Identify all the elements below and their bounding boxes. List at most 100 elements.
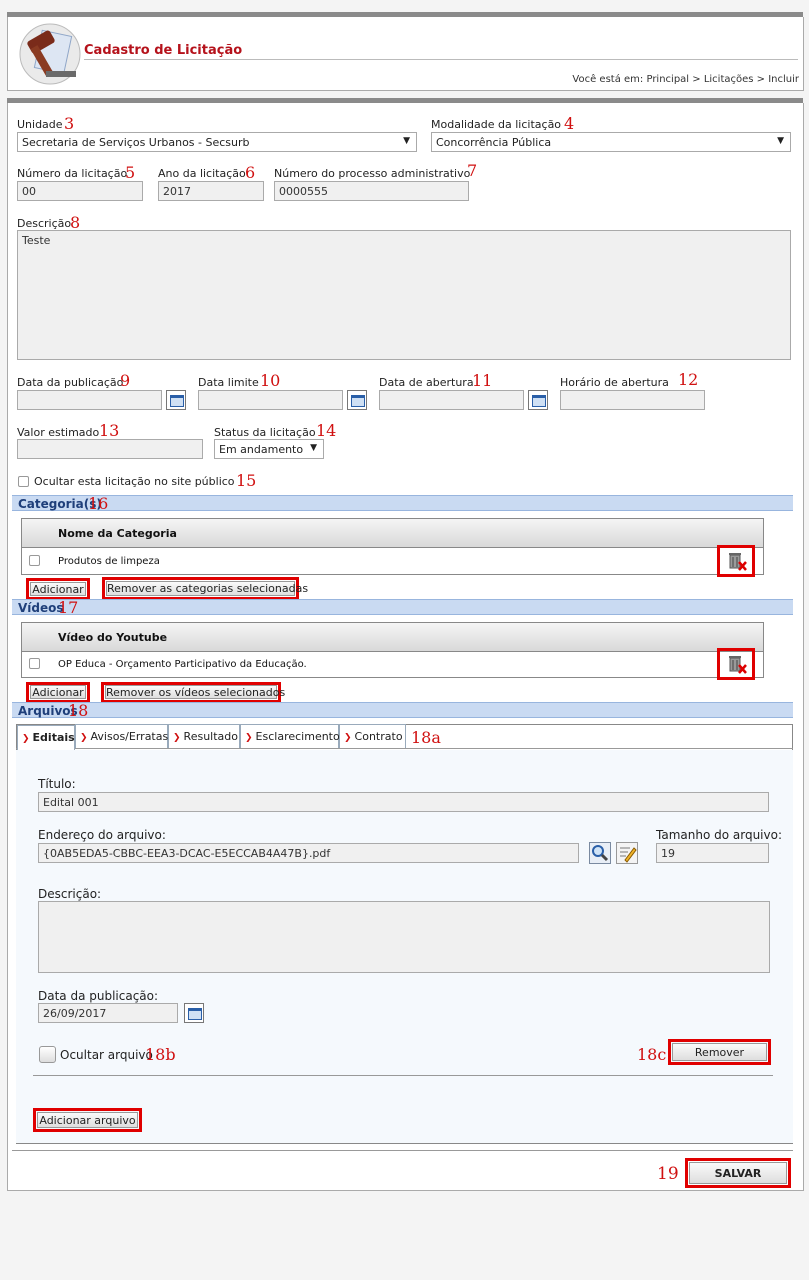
annotation-14: 14	[316, 421, 337, 440]
modalidade-select[interactable]: Concorrência Pública ▼	[431, 132, 791, 152]
video-remove-button[interactable]: Remover os vídeos selecionados	[105, 685, 285, 699]
video-add-button[interactable]: Adicionar	[30, 685, 86, 699]
magnifier-icon[interactable]	[589, 842, 611, 864]
annotation-4: 4	[564, 114, 575, 133]
remover-arquivo-button[interactable]: Remover	[672, 1043, 767, 1061]
arquivo-descricao-label: Descrição:	[38, 887, 102, 901]
tab-esclarecimento-label: Esclarecimento	[255, 730, 340, 743]
arquivo-divider	[33, 1075, 773, 1076]
tab-editais-label: Editais	[32, 731, 75, 744]
status-select[interactable]: Em andamento ▼	[214, 439, 324, 459]
calendar-icon[interactable]	[347, 390, 367, 410]
processo-label: Número do processo administrativo	[274, 167, 471, 180]
tabs-baseline	[16, 748, 793, 749]
calendar-icon[interactable]	[166, 390, 186, 410]
chevron-down-icon: ❯	[173, 733, 181, 743]
descricao-label: Descrição	[17, 217, 72, 230]
videos-section-header: Vídeos	[12, 599, 793, 615]
categoria-remove-button[interactable]: Remover as categorias selecionadas	[106, 581, 308, 596]
categoria-row-checkbox[interactable]	[29, 555, 40, 566]
annotation-18: 18	[68, 701, 89, 720]
data-abertura-input[interactable]	[379, 390, 524, 410]
video-row-name: OP Educa - Orçamento Participativo da Ed…	[58, 659, 307, 670]
ano-input[interactable]: 2017	[158, 181, 264, 201]
status-value: Em andamento	[219, 443, 304, 456]
arquivo-descricao-textarea[interactable]	[38, 901, 770, 973]
annotation-8: 8	[70, 213, 81, 232]
titulo-label: Título:	[38, 777, 76, 791]
page-title: Cadastro de Licitação	[84, 43, 243, 58]
adicionar-arquivo-button[interactable]: Adicionar arquivo	[37, 1112, 138, 1128]
annotation-19: 19	[657, 1164, 679, 1184]
categorias-table: Nome da Categoria Produtos de limpeza	[21, 518, 764, 575]
unidade-value: Secretaria de Serviços Urbanos - Secsurb	[22, 136, 250, 149]
ocultar-licitacao-checkbox[interactable]	[18, 476, 29, 487]
arquivo-data-label: Data da publicação:	[38, 989, 159, 1003]
categoria-column-header: Nome da Categoria	[58, 527, 177, 540]
modalidade-label: Modalidade da licitação	[431, 118, 562, 131]
titulo-input[interactable]: Edital 001	[38, 792, 769, 812]
valor-estimado-input[interactable]	[17, 439, 203, 459]
trash-delete-icon[interactable]	[727, 654, 747, 674]
categorias-section-header: Categoria(s)	[12, 495, 793, 511]
annotation-16: 16	[88, 494, 109, 513]
annotation-18b: 18b	[145, 1045, 176, 1064]
tab-resultado[interactable]: ❯ Resultado	[168, 724, 240, 748]
chevron-down-icon: ▼	[310, 443, 317, 453]
chevron-down-icon: ❯	[245, 733, 253, 743]
data-publicacao-input[interactable]	[17, 390, 162, 410]
salvar-button[interactable]: SALVAR	[689, 1162, 787, 1184]
categorias-table-header: Nome da Categoria	[22, 519, 763, 548]
videos-section-title: Vídeos	[18, 601, 64, 615]
data-limite-label: Data limite	[198, 376, 259, 389]
ano-label: Ano da licitação	[158, 167, 246, 180]
chevron-down-icon: ❯	[344, 733, 352, 743]
title-divider	[84, 59, 798, 60]
tab-esclarecimento[interactable]: ❯ Esclarecimento	[240, 724, 340, 748]
status-label: Status da licitação	[214, 426, 316, 439]
endereco-input[interactable]: {0AB5EDA5-CBBC-EEA3-DCAC-E5ECCAB4A47B}.p…	[38, 843, 579, 863]
modalidade-value: Concorrência Pública	[436, 136, 552, 149]
descricao-textarea[interactable]: Teste	[17, 230, 791, 360]
unidade-select[interactable]: Secretaria de Serviços Urbanos - Secsurb…	[17, 132, 417, 152]
tamanho-input[interactable]: 19	[656, 843, 769, 863]
tab-resultado-label: Resultado	[183, 730, 238, 743]
calendar-icon[interactable]	[184, 1003, 204, 1023]
ocultar-arquivo-checkbox[interactable]	[39, 1046, 56, 1063]
numero-input[interactable]: 00	[17, 181, 143, 201]
arquivos-section-header: Arquivos	[12, 702, 793, 718]
data-publicacao-label: Data da publicação	[17, 376, 124, 389]
tab-contrato-label: Contrato	[354, 730, 403, 743]
valor-estimado-label: Valor estimado	[17, 426, 100, 439]
horario-abertura-input[interactable]	[560, 390, 705, 410]
calendar-icon[interactable]	[528, 390, 548, 410]
videos-table-header: Vídeo do Youtube	[22, 623, 763, 652]
tab-avisos-erratas-label: Avisos/Erratas	[90, 730, 169, 743]
annotation-9: 9	[120, 371, 131, 390]
arquivo-data-input[interactable]: 26/09/2017	[38, 1003, 178, 1023]
ocultar-licitacao-label: Ocultar esta licitação no site público	[34, 475, 235, 488]
categoria-add-button[interactable]: Adicionar	[30, 582, 86, 596]
annotation-6: 6	[245, 163, 256, 182]
horario-abertura-label: Horário de abertura	[560, 376, 669, 389]
annotation-10: 10	[260, 371, 281, 390]
breadcrumb: Você está em: Principal > Licitações > I…	[572, 74, 799, 85]
annotation-17: 17	[58, 598, 79, 617]
annotation-15: 15	[236, 471, 257, 490]
annotation-5: 5	[125, 163, 136, 182]
chevron-down-icon: ▼	[777, 136, 784, 146]
annotation-7: 7	[467, 161, 478, 180]
processo-input[interactable]: 0000555	[274, 181, 469, 201]
tab-editais[interactable]: ❯ Editais	[17, 725, 75, 750]
data-limite-input[interactable]	[198, 390, 343, 410]
tab-contrato[interactable]: ❯ Contrato	[339, 724, 406, 748]
annotation-13: 13	[99, 421, 120, 440]
video-column-header: Vídeo do Youtube	[58, 631, 168, 644]
videos-table: Vídeo do Youtube OP Educa - Orçamento Pa…	[21, 622, 764, 678]
annotation-3: 3	[64, 114, 75, 133]
trash-delete-icon[interactable]	[727, 551, 747, 571]
video-row-checkbox[interactable]	[29, 658, 40, 669]
chevron-down-icon: ❯	[80, 733, 88, 743]
tab-avisos-erratas[interactable]: ❯ Avisos/Erratas	[75, 724, 168, 748]
edit-pencil-icon[interactable]	[616, 842, 638, 864]
